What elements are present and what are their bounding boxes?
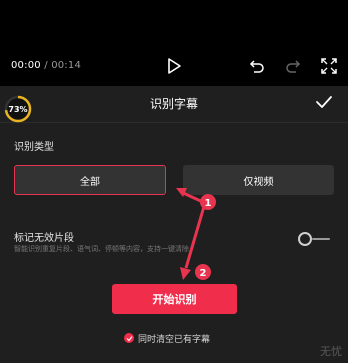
toggle-track: [312, 238, 330, 240]
recognition-type-label: 识别类型: [14, 142, 54, 153]
panel-title: 识别字幕: [149, 97, 198, 111]
undo-icon[interactable]: [249, 58, 265, 74]
redo-icon[interactable]: [285, 58, 301, 74]
mark-invalid-title: 标记无效片段: [14, 233, 74, 244]
start-recognition-button[interactable]: 开始识别: [112, 284, 237, 314]
option-all-label: 全部: [80, 176, 100, 188]
play-icon[interactable]: [166, 57, 182, 75]
confirm-check-icon[interactable]: [315, 94, 333, 110]
panel-header: 识别字幕: [0, 86, 348, 122]
clear-existing-label: 同时清空已有字幕: [138, 334, 211, 345]
check-mark-icon: [126, 335, 132, 341]
mark-invalid-description: 智能识别重复片段、语气词、停顿等内容，支持一键清除: [14, 245, 189, 253]
video-preview: 00:00 / 00:14: [0, 0, 348, 86]
time-separator: /: [44, 60, 48, 71]
clear-existing-row[interactable]: 同时清空已有字幕: [124, 331, 210, 345]
option-video-only[interactable]: 仅视频: [183, 165, 334, 195]
progress-percent: 73%: [8, 104, 28, 114]
start-recognition-label: 开始识别: [152, 293, 197, 306]
option-video-only-label: 仅视频: [243, 176, 274, 188]
watermark: 无忧: [320, 345, 342, 358]
fullscreen-icon[interactable]: [321, 58, 337, 74]
total-time: 00:14: [51, 60, 82, 71]
header-divider: [0, 122, 348, 123]
mark-invalid-toggle[interactable]: [298, 232, 330, 246]
toggle-knob: [298, 232, 312, 246]
checkbox-checked-icon[interactable]: [124, 333, 134, 343]
recognize-subtitles-panel: 识别字幕 识别类型 全部 仅视频 标记无效片段 智能识别重复片段、语气词、停顿等…: [0, 86, 348, 363]
time-display: 00:00 / 00:14: [11, 60, 81, 71]
current-time: 00:00: [11, 60, 41, 71]
option-all[interactable]: 全部: [14, 165, 166, 195]
